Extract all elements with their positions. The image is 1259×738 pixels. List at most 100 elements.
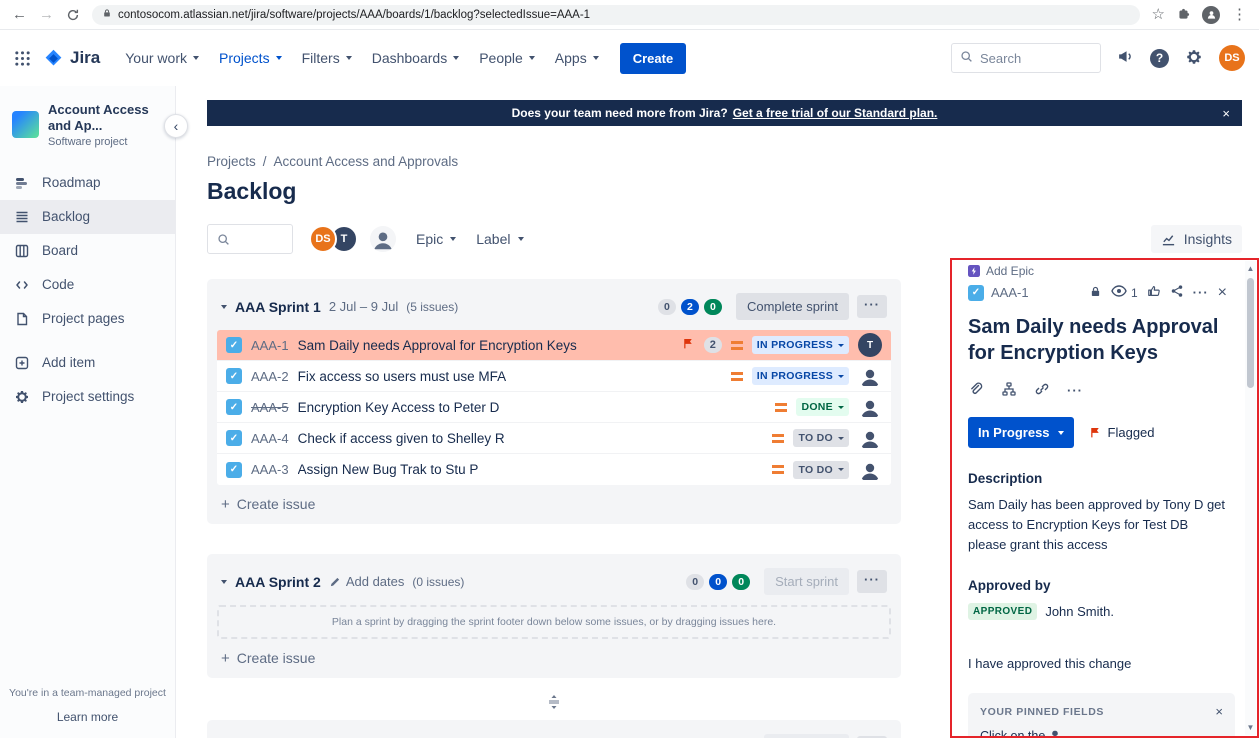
nav-your-work[interactable]: Your work	[116, 43, 208, 73]
detail-actions-more-icon[interactable]: ···	[1067, 383, 1083, 398]
sprint-more-icon[interactable]: ···	[857, 295, 887, 318]
sidebar-item-board[interactable]: Board	[0, 234, 175, 268]
help-icon[interactable]: ?	[1150, 49, 1169, 68]
nav-dashboards[interactable]: Dashboards	[363, 43, 469, 73]
status-dropdown[interactable]: DONE	[796, 398, 849, 416]
issue-row-aaa-1[interactable]: ✓ AAA-1 Sam Daily needs Approval for Enc…	[217, 330, 891, 361]
issue-summary[interactable]: Fix access so users must use MFA	[298, 369, 507, 384]
sprint-dates[interactable]: 2 Jul – 9 Jul	[329, 299, 398, 314]
estimate-badge: 2	[704, 337, 722, 353]
add-people-avatar[interactable]	[370, 226, 396, 252]
panel-scrollbar[interactable]: ▲ ▼	[1245, 261, 1256, 735]
bookmark-star-icon[interactable]: ☆	[1152, 7, 1165, 22]
share-icon[interactable]	[1170, 284, 1184, 301]
scroll-thumb[interactable]	[1247, 278, 1254, 388]
watch-eye-icon[interactable]	[1111, 283, 1127, 302]
jira-logo[interactable]: Jira	[43, 48, 100, 69]
pinned-close-icon[interactable]: ×	[1215, 704, 1223, 719]
description-text[interactable]: Sam Daily has been approved by Tony D ge…	[968, 495, 1227, 555]
status-dropdown[interactable]: IN PROGRESS	[752, 336, 849, 354]
backlog-search-input[interactable]	[207, 224, 293, 254]
browser-url-bar[interactable]: contosocom.atlassian.net/jira/software/p…	[92, 5, 1140, 25]
assignee-avatar[interactable]: T	[858, 333, 882, 357]
add-child-issue-icon[interactable]	[1001, 381, 1017, 400]
detail-close-icon[interactable]: ×	[1218, 284, 1227, 302]
app-switcher-icon[interactable]	[14, 50, 31, 67]
sidebar-item-project-pages[interactable]: Project pages	[0, 302, 175, 336]
issue-summary[interactable]: Check if access given to Shelley R	[298, 431, 505, 446]
add-dates-button[interactable]: Add dates	[329, 574, 405, 589]
lock-icon[interactable]	[1089, 285, 1102, 301]
create-issue-button[interactable]: + Create issue	[217, 639, 891, 668]
issue-key: AAA-2	[251, 369, 289, 384]
sidebar-item-roadmap[interactable]: Roadmap	[0, 166, 175, 200]
detail-issue-key[interactable]: AAA-1	[991, 285, 1029, 300]
browser-refresh-icon[interactable]	[66, 8, 80, 22]
breadcrumb-project-name[interactable]: Account Access and Approvals	[274, 154, 459, 169]
breadcrumb-projects[interactable]: Projects	[207, 154, 256, 169]
issue-summary[interactable]: Sam Daily needs Approval for Encryption …	[298, 338, 577, 353]
sidebar-item-backlog[interactable]: Backlog	[0, 200, 175, 234]
assignee-avatar-unassigned[interactable]	[858, 426, 882, 450]
issue-summary[interactable]: Encryption Key Access to Peter D	[298, 400, 500, 415]
extensions-icon[interactable]	[1177, 8, 1190, 21]
nav-people[interactable]: People	[470, 43, 544, 73]
add-epic-button[interactable]: Add Epic	[968, 264, 1227, 278]
sprint-resize-handle[interactable]	[207, 694, 901, 710]
banner-close-icon[interactable]: ×	[1222, 106, 1230, 121]
issue-row-aaa-4[interactable]: ✓ AAA-4 Check if access given to Shelley…	[217, 423, 891, 454]
browser-forward-icon[interactable]: →	[39, 7, 54, 22]
browser-profile-avatar[interactable]	[1202, 6, 1220, 24]
nav-apps[interactable]: Apps	[546, 43, 608, 73]
complete-sprint-button[interactable]: Complete sprint	[736, 293, 849, 320]
browser-menu-icon[interactable]: ⋮	[1232, 7, 1247, 22]
status-dropdown-button[interactable]: In Progress	[968, 417, 1074, 448]
epic-filter-dropdown[interactable]: Epic	[416, 231, 456, 247]
banner-trial-link[interactable]: Get a free trial of our Standard plan.	[733, 106, 938, 120]
status-dropdown[interactable]: IN PROGRESS	[752, 367, 849, 385]
sidebar-item-add-item[interactable]: Add item	[0, 346, 175, 380]
status-dropdown[interactable]: TO DO	[793, 429, 849, 447]
issue-row-aaa-2[interactable]: ✓ AAA-2 Fix access so users must use MFA…	[217, 361, 891, 392]
detail-more-icon[interactable]: ···	[1193, 285, 1209, 300]
learn-more-link[interactable]: Learn more	[0, 709, 175, 726]
assignee-avatar-unassigned[interactable]	[858, 395, 882, 419]
issue-row-aaa-5[interactable]: ✓ AAA-5 Encryption Key Access to Peter D…	[217, 392, 891, 423]
sidebar-collapse-button[interactable]: ‹	[164, 114, 188, 138]
settings-gear-icon[interactable]	[1185, 48, 1203, 69]
browser-back-icon[interactable]: ←	[12, 7, 27, 22]
status-dropdown[interactable]: TO DO	[793, 461, 849, 479]
project-header[interactable]: Account Access and Ap... Software projec…	[0, 86, 175, 166]
start-sprint-button[interactable]: Start sprint	[764, 568, 849, 595]
nav-projects[interactable]: Projects	[210, 43, 291, 73]
vote-thumb-icon[interactable]	[1147, 284, 1161, 301]
sidebar-item-code[interactable]: Code	[0, 268, 175, 302]
sprint-name[interactable]: AAA Sprint 1	[235, 299, 321, 315]
user-avatar[interactable]: DS	[1219, 45, 1245, 71]
chevron-down-icon	[838, 406, 844, 409]
collapse-sprint-icon[interactable]	[221, 580, 227, 584]
label-filter-dropdown[interactable]: Label	[476, 231, 523, 247]
issue-summary[interactable]: Assign New Bug Trak to Stu P	[298, 462, 479, 477]
scroll-up-icon[interactable]: ▲	[1247, 261, 1255, 276]
insights-button[interactable]: Insights	[1151, 225, 1242, 253]
collapse-sprint-icon[interactable]	[221, 305, 227, 309]
global-search-input[interactable]: Search	[951, 43, 1101, 73]
announcement-icon[interactable]	[1117, 48, 1134, 68]
issue-row-aaa-3[interactable]: ✓ AAA-3 Assign New Bug Trak to Stu P TO …	[217, 454, 891, 485]
sidebar-item-project-settings[interactable]: Project settings	[0, 380, 175, 414]
scroll-down-icon[interactable]: ▼	[1247, 720, 1255, 735]
create-button[interactable]: Create	[620, 43, 686, 74]
assignee-avatar-unassigned[interactable]	[858, 364, 882, 388]
create-issue-button[interactable]: + Create issue	[217, 485, 891, 514]
nav-filters[interactable]: Filters	[293, 43, 361, 73]
avatar-ds[interactable]: DS	[309, 225, 337, 253]
pages-icon	[13, 311, 31, 327]
link-issue-icon[interactable]	[1034, 381, 1050, 400]
sprint-more-icon[interactable]: ···	[857, 570, 887, 593]
sprint-name[interactable]: AAA Sprint 2	[235, 574, 321, 590]
attach-paperclip-icon[interactable]	[968, 381, 984, 400]
start-sprint-button[interactable]: Start sprint	[764, 734, 849, 738]
assignee-avatar-unassigned[interactable]	[858, 458, 882, 482]
empty-sprint-dropzone[interactable]: Plan a sprint by dragging the sprint foo…	[217, 605, 891, 639]
